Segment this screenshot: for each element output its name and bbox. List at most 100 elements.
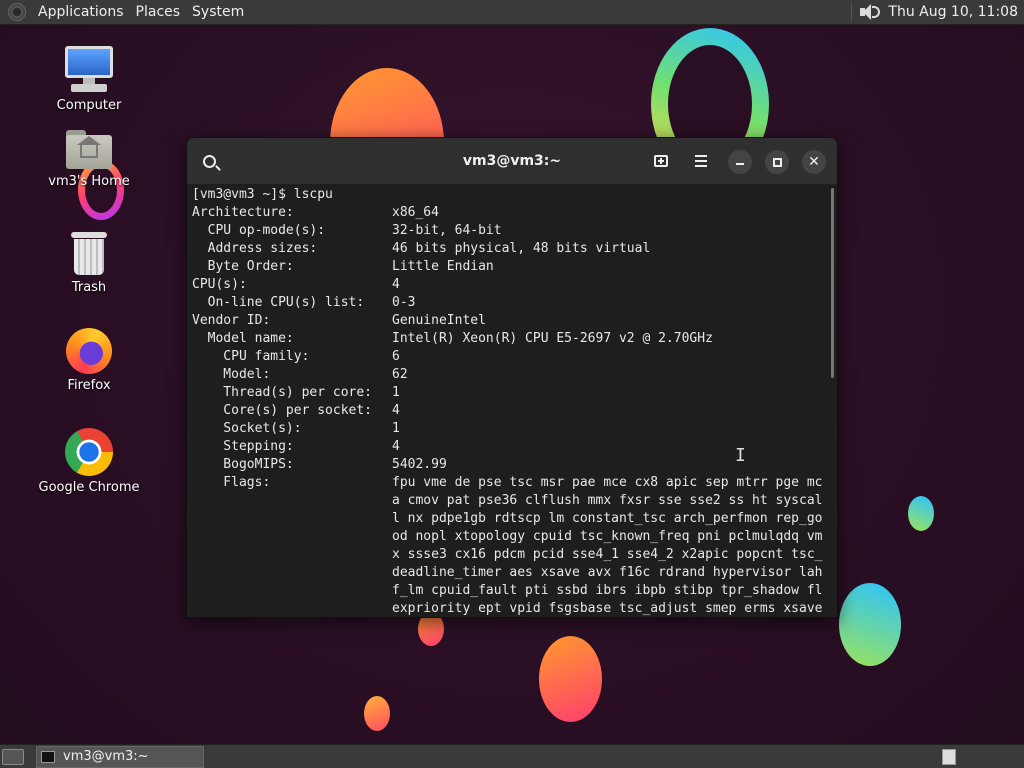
terminal-line-value: od nopl xtopology cpuid tsc_known_freq p… [392, 529, 823, 544]
wallpaper-orange-blob [364, 696, 390, 731]
terminal-headerbar[interactable]: vm3@vm3:~ ✕ [187, 138, 837, 184]
terminal-line-value: 62 [392, 367, 408, 382]
terminal-line-key: Model name: [192, 331, 294, 346]
terminal-line: deadline_timer aes xsave avx f16c rdrand… [192, 564, 837, 582]
terminal-line: Flags: fpu vme de pse tsc msr pae mce cx8… [192, 474, 837, 492]
terminal-line-value: 4 [392, 277, 400, 292]
terminal-line: CPU family: 6 [192, 348, 837, 366]
wallpaper-orange-blob [539, 636, 602, 722]
terminal-icon [41, 750, 55, 763]
wallpaper-green-blob [908, 496, 934, 531]
terminal-line-value: 32-bit, 64-bit [392, 223, 502, 238]
terminal-line-value: 0-3 [392, 295, 416, 310]
terminal-line-key: Vendor ID: [192, 313, 271, 328]
terminal-line-value: 4 [392, 403, 400, 418]
chrome-icon [65, 428, 113, 476]
terminal-line: Socket(s): 1 [192, 420, 837, 438]
bottom-panel: vm3@vm3:~ [0, 744, 1024, 768]
terminal-line-key: Byte Order: [192, 259, 294, 274]
terminal-line: On-line CPU(s) list: 0-3 [192, 294, 837, 312]
terminal-line-value: expriority ept vpid fsgsbase tsc_adjust … [392, 601, 823, 616]
terminal-line: Architecture: x86_64 [192, 204, 837, 222]
new-tab-icon [654, 155, 668, 167]
terminal-line-value: Intel(R) Xeon(R) CPU E5-2697 v2 @ 2.70GH… [392, 331, 713, 346]
terminal-line-key: Core(s) per socket: [192, 403, 373, 418]
desktop-icon-computer[interactable]: Computer [34, 46, 144, 113]
terminal-line-value: x86_64 [392, 205, 439, 220]
panel-separator [851, 3, 853, 21]
terminal-line: a cmov pat pse36 clflush mmx fxsr sse ss… [192, 492, 837, 510]
terminal-line: f_lm cpuid_fault pti ssbd ibrs ibpb stib… [192, 582, 837, 600]
terminal-line-key: Thread(s) per core: [192, 385, 373, 400]
desktop-icon-chrome[interactable]: Google Chrome [34, 428, 144, 495]
new-tab-button[interactable] [647, 147, 675, 175]
terminal-line-value: GenuineIntel [392, 313, 486, 328]
places-menu[interactable]: Places [130, 4, 187, 20]
workspace-switcher[interactable] [942, 748, 956, 765]
hamburger-menu-button[interactable] [687, 147, 715, 175]
desktop-icon-firefox[interactable]: Firefox [34, 328, 144, 393]
terminal-line: Address sizes: 46 bits physical, 48 bits … [192, 240, 837, 258]
distro-logo-icon[interactable] [8, 3, 26, 21]
terminal-line: CPU op-mode(s): 32-bit, 64-bit [192, 222, 837, 240]
terminal-line-value: fpu vme de pse tsc msr pae mce cx8 apic … [392, 475, 823, 490]
terminal-line-value: 1 [392, 385, 400, 400]
terminal-line: Model name: Intel(R) Xeon(R) CPU E5-2697 … [192, 330, 837, 348]
terminal-line-key: Socket(s): [192, 421, 302, 436]
terminal-line-value: 5402.99 [392, 457, 447, 472]
applications-menu[interactable]: Applications [32, 4, 130, 20]
terminal-line-value: a cmov pat pse36 clflush mmx fxsr sse ss… [392, 493, 823, 508]
terminal-line: Model: 62 [192, 366, 837, 384]
terminal-window[interactable]: vm3@vm3:~ ✕ [vm3@vm3 ~]$ lscpu Architectu… [186, 137, 838, 618]
maximize-icon [772, 157, 782, 167]
terminal-line: CPU(s): 4 [192, 276, 837, 294]
wallpaper-green-blob [839, 583, 901, 666]
panel-tray: Thu Aug 10, 11:08 [851, 3, 1024, 21]
terminal-line: [vm3@vm3 ~]$ lscpu [192, 186, 837, 204]
minimize-button[interactable] [728, 150, 752, 174]
terminal-line-value: 4 [392, 439, 400, 454]
terminal-line-key: On-line CPU(s) list: [192, 295, 365, 310]
terminal-line: Vendor ID: GenuineIntel [192, 312, 837, 330]
minimize-icon [736, 163, 744, 165]
terminal-line: Thread(s) per core: 1 [192, 384, 837, 402]
computer-icon [65, 46, 113, 94]
terminal-line-key: Flags: [192, 475, 271, 490]
desktop-icon-label: Trash [71, 280, 107, 295]
terminal-line-value: deadline_timer aes xsave avx f16c rdrand… [392, 565, 823, 580]
taskbar-item-label: vm3@vm3:~ [63, 749, 149, 764]
maximize-button[interactable] [765, 150, 789, 174]
terminal-line-value: l nx pdpe1gb rdtscp lm constant_tsc arch… [392, 511, 823, 526]
terminal-line: Byte Order: Little Endian [192, 258, 837, 276]
home-folder-icon [66, 130, 112, 170]
clock[interactable]: Thu Aug 10, 11:08 [888, 4, 1018, 20]
terminal-line-value: 46 bits physical, 48 bits virtual [392, 241, 651, 256]
terminal-scrollbar[interactable] [831, 188, 834, 378]
desktop-icon-trash[interactable]: Trash [34, 232, 144, 295]
terminal-line-key: Stepping: [192, 439, 294, 454]
terminal-line-key: Address sizes: [192, 241, 318, 256]
terminal-line-key: Model: [192, 367, 271, 382]
terminal-line-key: BogoMIPS: [192, 457, 294, 472]
firefox-icon [66, 328, 112, 374]
terminal-line-value: 6 [392, 349, 400, 364]
terminal-line-key: CPU family: [192, 349, 310, 364]
close-button[interactable]: ✕ [802, 150, 826, 174]
system-menu[interactable]: System [186, 4, 250, 20]
terminal-line-key: [vm3@vm3 ~]$ lscpu [192, 187, 333, 202]
terminal-line-value: x ssse3 cx16 pdcm pcid sse4_1 sse4_2 x2a… [392, 547, 823, 562]
terminal-line-key: CPU op-mode(s): [192, 223, 326, 238]
terminal-output[interactable]: [vm3@vm3 ~]$ lscpu Architecture: x86_64 CP… [187, 184, 837, 617]
terminal-line-value: Little Endian [392, 259, 494, 274]
desktop-icon-home[interactable]: vm3's Home [34, 130, 144, 189]
volume-icon[interactable] [858, 3, 881, 21]
close-icon: ✕ [808, 154, 820, 170]
desktop-icon-label: vm3's Home [48, 174, 130, 189]
show-desktop-icon[interactable] [2, 748, 24, 765]
taskbar-item-terminal[interactable]: vm3@vm3:~ [36, 745, 204, 768]
trash-icon [71, 232, 107, 276]
terminal-line: od nopl xtopology cpuid tsc_known_freq p… [192, 528, 837, 546]
terminal-line-key: CPU(s): [192, 277, 247, 292]
terminal-line: x ssse3 cx16 pdcm pcid sse4_1 sse4_2 x2a… [192, 546, 837, 564]
terminal-line-value: 1 [392, 421, 400, 436]
